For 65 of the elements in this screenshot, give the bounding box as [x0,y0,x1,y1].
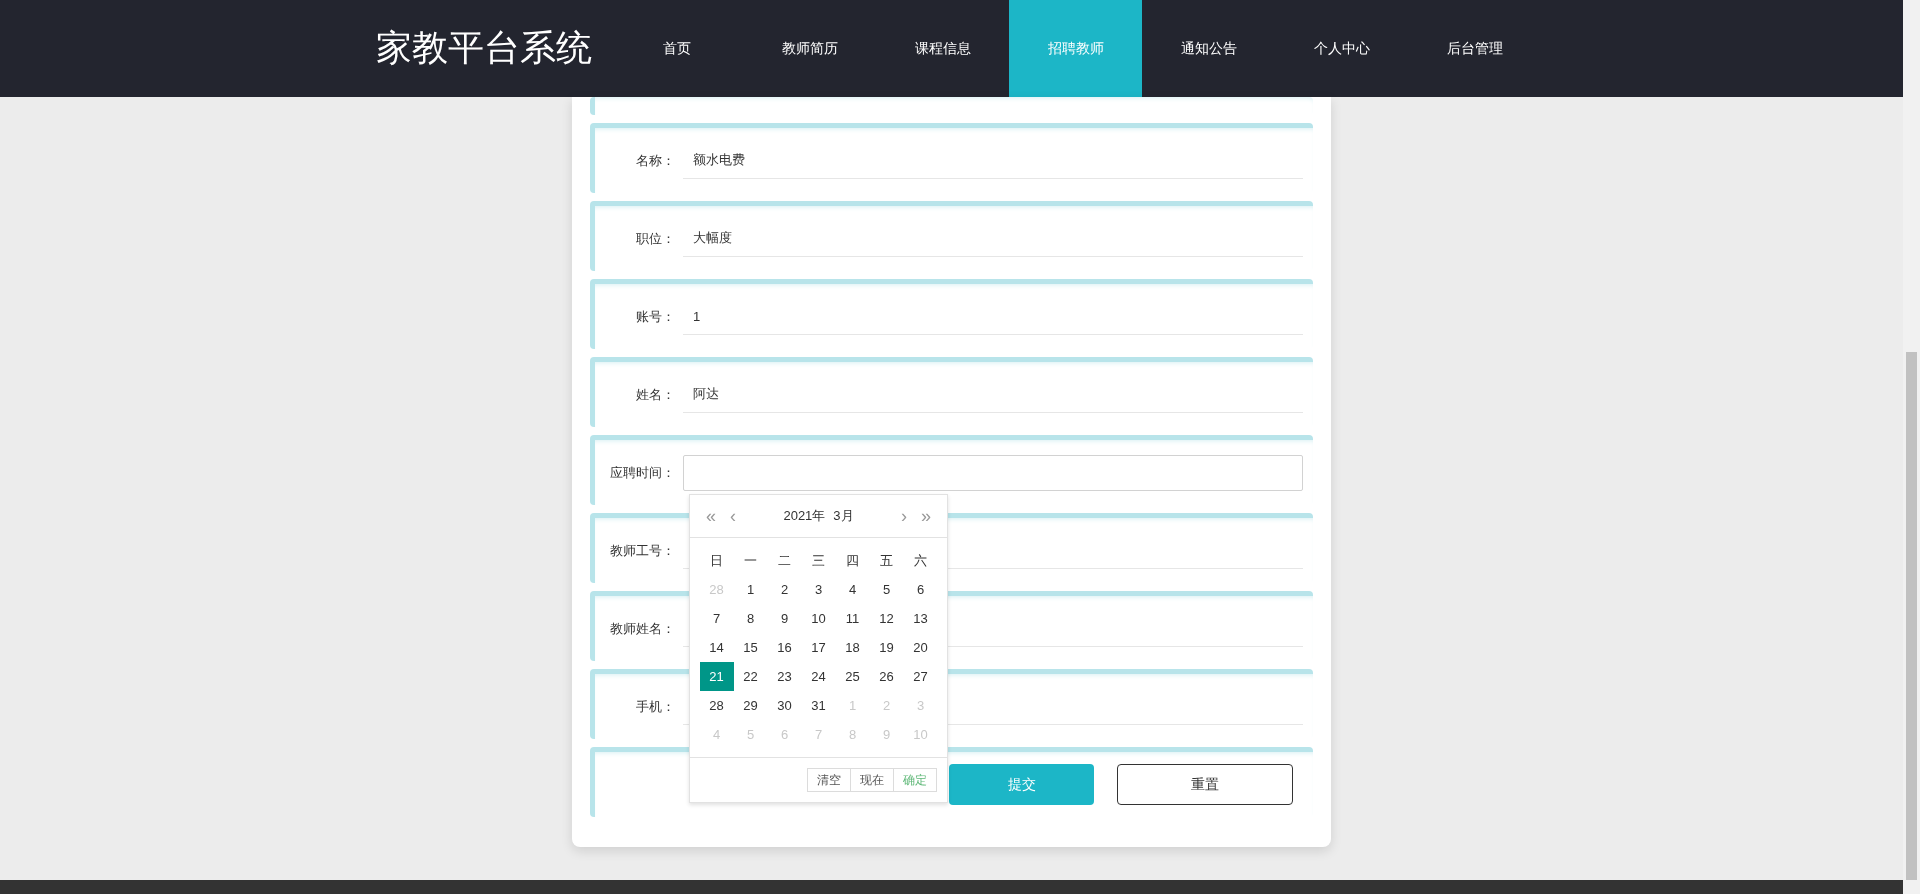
weekday-label: 三 [811,551,826,570]
calendar-day[interactable]: 25 [835,662,870,691]
field-label: 账号： [635,307,675,326]
reset-button[interactable]: 重置 [1117,764,1293,805]
input-field[interactable]: 1 [683,298,1303,335]
calendar-day[interactable]: 17 [801,633,836,662]
calendar-day[interactable]: 31 [801,691,836,720]
date-field[interactable] [683,454,1303,491]
nav-item[interactable]: 教师简历 [743,0,876,97]
calendar-day[interactable]: 13 [903,604,938,633]
calendar-day[interactable]: 3 [801,575,836,604]
scrollbar[interactable] [1903,0,1920,894]
field-label: 姓名： [635,385,675,404]
calendar-day[interactable]: 18 [835,633,870,662]
nav-item[interactable]: 通知公告 [1142,0,1275,97]
nav-item[interactable]: 首页 [610,0,743,97]
weekday-label: 二 [777,551,792,570]
input-field[interactable]: 大幅度 [683,220,1303,257]
field-label: 教师工号： [609,541,675,560]
nav-item[interactable]: 课程信息 [876,0,1009,97]
calendar-day[interactable]: 28 [699,691,734,720]
calendar-day[interactable]: 16 [767,633,802,662]
calendar-day[interactable]: 26 [869,662,904,691]
calendar-day[interactable]: 15 [733,633,768,662]
site-title: 家教平台系统 [376,26,593,70]
calendar-day[interactable]: 24 [801,662,836,691]
weekday-label: 日 [709,551,724,570]
calendar-day[interactable]: 1 [733,575,768,604]
field-label: 职位： [635,229,675,248]
weekday-label: 六 [913,551,928,570]
calendar-day[interactable]: 2 [767,575,802,604]
input-field[interactable]: 阿达 [683,376,1303,413]
calendar-day[interactable]: 19 [869,633,904,662]
calendar-day[interactable]: 12 [869,604,904,633]
weekday-label: 五 [879,551,894,570]
calendar-day[interactable]: 8 [733,604,768,633]
weekday-label: 一 [743,551,758,570]
calendar-day[interactable]: 23 [767,662,802,691]
calendar-day[interactable]: 22 [733,662,768,691]
calendar-day[interactable]: 5 [869,575,904,604]
calendar-day[interactable]: 29 [733,691,768,720]
calendar-day[interactable]: 14 [699,633,734,662]
field-label: 应聘时间： [609,463,675,482]
scrollbar-thumb[interactable] [1906,352,1917,880]
input-field[interactable]: 额水电费 [683,142,1303,179]
nav-item[interactable]: 个人中心 [1275,0,1408,97]
calendar-day[interactable]: 20 [903,633,938,662]
nav-item[interactable]: 后台管理 [1408,0,1541,97]
calendar-day[interactable]: 21 [699,662,734,691]
calendar-day[interactable]: 9 [767,604,802,633]
calendar-day[interactable]: 6 [903,575,938,604]
picker-button[interactable]: 清空 [807,768,851,792]
calendar-day[interactable]: 27 [903,662,938,691]
field-label: 名称： [635,151,675,170]
calendar-day[interactable]: 30 [767,691,802,720]
month-label[interactable]: 3月 [833,507,854,525]
calendar-day[interactable]: 4 [835,575,870,604]
weekday-label: 四 [845,551,860,570]
picker-button[interactable]: 现在 [850,768,894,792]
field-label: 教师姓名： [609,619,675,638]
year-label[interactable]: 2021年 [783,507,826,525]
calendar-day[interactable]: 11 [835,604,870,633]
calendar-day[interactable]: 7 [699,604,734,633]
field-label: 手机： [635,697,675,716]
calendar-day[interactable]: 10 [801,604,836,633]
